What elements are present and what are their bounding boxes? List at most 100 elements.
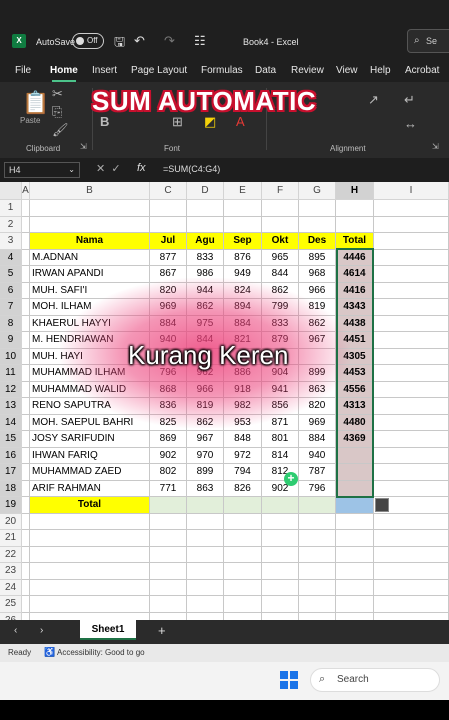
grid-cell[interactable] (187, 513, 224, 530)
value-cell[interactable]: 877 (150, 249, 187, 266)
grid-cell[interactable] (224, 563, 262, 580)
value-cell[interactable]: 833 (262, 315, 299, 332)
grid-cell[interactable] (336, 563, 374, 580)
grid-cell[interactable] (22, 299, 30, 316)
value-cell[interactable]: 867 (150, 266, 187, 283)
row-header[interactable]: 18 (0, 480, 22, 497)
total-cell[interactable]: 4313 (336, 398, 374, 415)
grid-cell[interactable] (187, 563, 224, 580)
grid-cell[interactable] (22, 431, 30, 448)
total-sum-cell[interactable] (187, 497, 224, 514)
autosave-toggle[interactable]: Off (72, 33, 104, 49)
value-cell[interactable]: 918 (224, 381, 262, 398)
grid-cell[interactable] (224, 546, 262, 563)
grid-cell[interactable] (22, 282, 30, 299)
grid-cell[interactable] (187, 579, 224, 596)
row-header[interactable]: 2 (0, 216, 22, 233)
value-cell[interactable]: 820 (299, 398, 336, 415)
name-cell[interactable]: MUHAMMAD WALID (30, 381, 150, 398)
redo-icon[interactable]: ↷ (164, 33, 175, 49)
status-accessibility[interactable]: Accessibility: Good to go (57, 648, 145, 657)
grid-cell[interactable] (336, 530, 374, 547)
grid-cell[interactable] (299, 216, 336, 233)
value-cell[interactable]: 967 (299, 332, 336, 349)
grid-cell[interactable] (150, 596, 187, 613)
total-label-cell[interactable]: Total (30, 497, 150, 514)
value-cell[interactable]: 796 (299, 480, 336, 497)
paste-icon[interactable]: 📋 (22, 90, 49, 116)
row-header[interactable]: 25 (0, 596, 22, 613)
row-header[interactable]: 14 (0, 414, 22, 431)
value-cell[interactable]: 968 (299, 266, 336, 283)
total-sum-cell[interactable] (262, 497, 299, 514)
tab-page-layout[interactable]: Page Layout (131, 65, 187, 76)
total-sum-cell[interactable] (150, 497, 187, 514)
value-cell[interactable]: 802 (150, 464, 187, 481)
grid-cell[interactable] (22, 513, 30, 530)
grid-cell[interactable] (374, 513, 449, 530)
value-cell[interactable]: 863 (187, 480, 224, 497)
total-cell[interactable]: 4369 (336, 431, 374, 448)
grid-cell[interactable] (299, 563, 336, 580)
grid-cell[interactable] (22, 596, 30, 613)
name-cell[interactable]: KHAERUL HAYYI (30, 315, 150, 332)
name-cell[interactable]: MOH. SAEPUL BAHRI (30, 414, 150, 431)
grid-cell[interactable] (336, 200, 374, 217)
total-cell[interactable]: 4446 (336, 249, 374, 266)
grid-cell[interactable] (374, 546, 449, 563)
value-cell[interactable]: 970 (187, 447, 224, 464)
grid-cell[interactable] (30, 546, 150, 563)
row-header[interactable]: 12 (0, 381, 22, 398)
total-cell[interactable] (336, 464, 374, 481)
value-cell[interactable]: 876 (224, 249, 262, 266)
total-cell[interactable]: 4416 (336, 282, 374, 299)
grid-cell[interactable] (262, 579, 299, 596)
value-cell[interactable]: 862 (187, 299, 224, 316)
row-header[interactable]: 13 (0, 398, 22, 415)
grid-cell[interactable] (336, 596, 374, 613)
grid-cell[interactable] (22, 266, 30, 283)
cancel-enter-icons[interactable]: ✕ ✓ (96, 162, 121, 175)
total-cell[interactable]: 4453 (336, 365, 374, 382)
tab-formulas[interactable]: Formulas (201, 65, 243, 76)
value-cell[interactable]: 836 (150, 398, 187, 415)
grid-cell[interactable] (187, 200, 224, 217)
grid-cell[interactable] (262, 216, 299, 233)
row-header[interactable]: 23 (0, 563, 22, 580)
grid-cell[interactable] (374, 266, 449, 283)
grid-cell[interactable] (299, 530, 336, 547)
value-cell[interactable]: 965 (262, 249, 299, 266)
grid-cell[interactable] (374, 381, 449, 398)
grid-cell[interactable] (30, 563, 150, 580)
value-cell[interactable]: 794 (224, 464, 262, 481)
grid-cell[interactable] (150, 200, 187, 217)
grid-cell[interactable] (150, 513, 187, 530)
grid-cell[interactable] (30, 579, 150, 596)
value-cell[interactable]: 856 (262, 398, 299, 415)
grid-cell[interactable] (299, 200, 336, 217)
value-cell[interactable]: 814 (262, 447, 299, 464)
grid-cell[interactable] (374, 332, 449, 349)
grid-cell[interactable] (374, 299, 449, 316)
column-header-h[interactable]: H (336, 182, 374, 200)
total-cell[interactable] (336, 480, 374, 497)
name-cell[interactable]: IRWAN APANDI (30, 266, 150, 283)
value-cell[interactable]: 982 (224, 398, 262, 415)
grid-cell[interactable] (262, 200, 299, 217)
value-cell[interactable]: 944 (187, 282, 224, 299)
value-cell[interactable]: 967 (187, 431, 224, 448)
value-cell[interactable]: 862 (187, 414, 224, 431)
value-cell[interactable]: 868 (150, 381, 187, 398)
row-header[interactable]: 11 (0, 365, 22, 382)
name-cell[interactable]: ARIF RAHMAN (30, 480, 150, 497)
grid-cell[interactable] (224, 216, 262, 233)
orientation-icon[interactable]: ↗ (368, 92, 379, 108)
value-cell[interactable]: 966 (187, 381, 224, 398)
value-cell[interactable]: 801 (262, 431, 299, 448)
value-cell[interactable]: 895 (299, 249, 336, 266)
table-header-cell[interactable]: Des (299, 233, 336, 250)
tab-home[interactable]: Home (50, 65, 78, 76)
value-cell[interactable]: 871 (262, 414, 299, 431)
customize-icon[interactable]: ☷ (194, 33, 206, 49)
value-cell[interactable]: 771 (150, 480, 187, 497)
